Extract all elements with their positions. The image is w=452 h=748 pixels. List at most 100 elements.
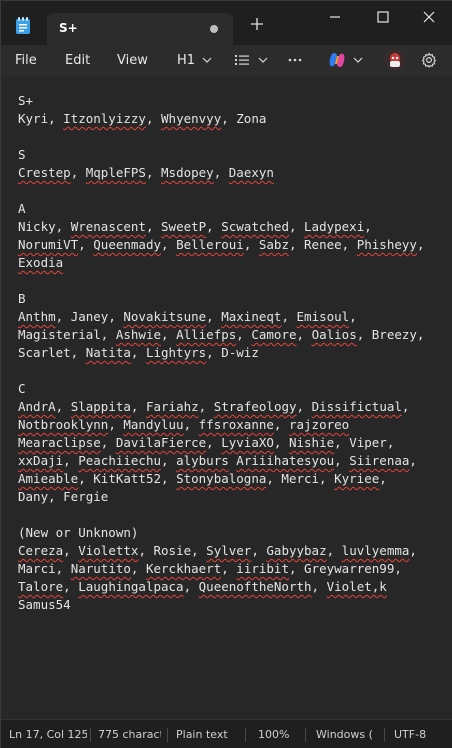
text-run: ,: [364, 219, 372, 234]
gear-icon[interactable]: [421, 52, 437, 68]
profile-avatar[interactable]: [384, 49, 406, 71]
misspelled-word: Ladypexi: [304, 219, 365, 234]
text-run: ,: [213, 165, 229, 180]
text-run: ,: [273, 435, 289, 450]
misspelled-word: Violet,k: [326, 579, 387, 594]
heading-dropdown[interactable]: H1: [177, 53, 195, 68]
misspelled-word: NorumiVT: [18, 237, 79, 252]
text-line: AndrA, Slappita, Fariahz, Strafeology, D…: [18, 398, 409, 416]
text-run: ,: [130, 561, 146, 576]
cursor-position: Ln 17, Col 125: [9, 728, 87, 741]
status-divider: [167, 728, 168, 742]
misspelled-word: QueenoftheNorth: [198, 579, 312, 594]
misspelled-word: Stonybalogna: [176, 471, 267, 486]
chevron-down-icon[interactable]: [258, 55, 268, 65]
text-line: B: [18, 290, 26, 308]
text-run: , Rosie,: [138, 543, 207, 558]
zoom-level[interactable]: 100%: [258, 728, 298, 741]
text-run: C: [18, 381, 26, 396]
misspelled-word: Notbrooklynn: [18, 417, 109, 432]
close-icon[interactable]: [417, 7, 441, 27]
text-run: ,: [63, 543, 79, 558]
tab-document[interactable]: S+: [47, 13, 233, 45]
misspelled-word: Narutito: [70, 561, 131, 576]
misspelled-word: Gabyybaz: [266, 543, 327, 558]
misspelled-word: LyviaXO: [221, 435, 274, 450]
text-run: , Janey,: [55, 309, 124, 324]
misspelled-word: Daexyn: [228, 165, 274, 180]
text-line: A: [18, 200, 26, 218]
text-run: ,: [281, 309, 297, 324]
encoding[interactable]: UTF-8: [394, 728, 442, 741]
misspelled-word: Peachiiechu: [78, 453, 162, 468]
misspelled-word: iiribit: [236, 561, 289, 576]
more-options-icon[interactable]: [287, 54, 303, 66]
misspelled-word: Siirenaa: [349, 453, 410, 468]
maximize-icon[interactable]: [371, 7, 395, 27]
misspelled-word: Wrenascent: [70, 219, 146, 234]
text-run: ,: [296, 327, 312, 342]
text-run: ,: [206, 219, 222, 234]
menu-edit[interactable]: Edit: [65, 53, 90, 68]
text-run: Magisterial,: [18, 327, 116, 342]
text-line: S+: [18, 92, 33, 110]
misspelled-word: MqpleFPS: [85, 165, 146, 180]
menu-view[interactable]: View: [117, 53, 148, 68]
text-format[interactable]: Plain text: [176, 728, 246, 741]
text-run: (New or Unknown): [18, 525, 139, 540]
text-line: Exodia: [18, 254, 63, 272]
list-icon[interactable]: [234, 53, 250, 67]
text-line: Cereza, Violettx, Rosie, Sylver, Gabyyba…: [18, 542, 417, 560]
text-run: Samus54: [18, 597, 71, 612]
text-run: ,: [416, 237, 425, 252]
text-run: ,: [379, 471, 387, 486]
misspelled-word: rajzoreo: [288, 417, 350, 432]
text-run: ,: [78, 237, 94, 252]
copilot-icon[interactable]: [328, 51, 346, 69]
text-line: Nicky, Wrenascent, SweetP, Scwatched, La…: [18, 218, 372, 236]
text-run: ,: [349, 309, 357, 324]
text-line: Talore, Laughingalpaca, QueenoftheNorth,…: [18, 578, 387, 596]
menu-file[interactable]: File: [15, 53, 37, 68]
text-run: ,: [108, 417, 124, 432]
text-run: ,: [221, 561, 237, 576]
notepad-icon: [16, 17, 30, 34]
text-run: , Breezy,: [356, 327, 425, 342]
misspelled-word: Novakitsune: [123, 309, 207, 324]
text-run: ,: [243, 237, 259, 252]
unsaved-indicator-icon[interactable]: [210, 25, 218, 33]
misspelled-word: Lightyrs: [145, 345, 207, 360]
misspelled-word: Scwatched: [221, 219, 289, 234]
text-line: Notbrooklynn, Mandyluu, ffsroxanne, rajz…: [18, 416, 349, 434]
notepad-window: S+ File Edit View H1 S+ Kyri, Itzonlyizz…: [0, 0, 452, 748]
text-run: ,: [161, 327, 177, 342]
text-run: S: [18, 147, 26, 162]
text-line: NorumiVT, Queenmady, Belleroui, Sabz, Re…: [18, 236, 424, 254]
text-run: ,: [145, 111, 162, 126]
text-line: Magisterial, Ashwie, Alliefps, Camore, O…: [18, 326, 424, 344]
text-run: ,: [161, 237, 177, 252]
text-run: A: [18, 201, 26, 216]
text-run: B: [18, 291, 26, 306]
text-run: , Zona: [221, 111, 267, 126]
misspelled-word: Amieable: [18, 471, 79, 486]
text-editor[interactable]: S+ Kyri, Itzonlyizzy, Whyenvyy, Zona S Cres…: [1, 76, 452, 719]
text-run: Dany, Fergie: [18, 489, 109, 504]
misspelled-word: DavilaFierce: [115, 435, 207, 450]
text-run: , Merci,: [266, 471, 335, 486]
text-run: , Renee,: [288, 237, 357, 252]
misspelled-word: Laughingalpaca: [78, 579, 184, 594]
misspelled-word: Nishie: [288, 435, 335, 450]
chevron-down-icon[interactable]: [353, 55, 363, 65]
text-run: ,: [409, 453, 417, 468]
text-run: ,: [251, 543, 267, 558]
text-line: Mearaclipse, DavilaFierce, LyviaXO, Nish…: [18, 434, 394, 452]
misspelled-word: Mandyluu: [123, 417, 184, 432]
minimize-icon[interactable]: [323, 7, 347, 27]
line-ending[interactable]: Windows (: [316, 728, 378, 741]
status-divider: [305, 728, 306, 742]
chevron-down-icon[interactable]: [202, 55, 212, 65]
misspelled-word: Belleroui: [176, 237, 244, 252]
text-run: S+: [18, 93, 34, 108]
new-tab-icon[interactable]: [249, 16, 265, 32]
